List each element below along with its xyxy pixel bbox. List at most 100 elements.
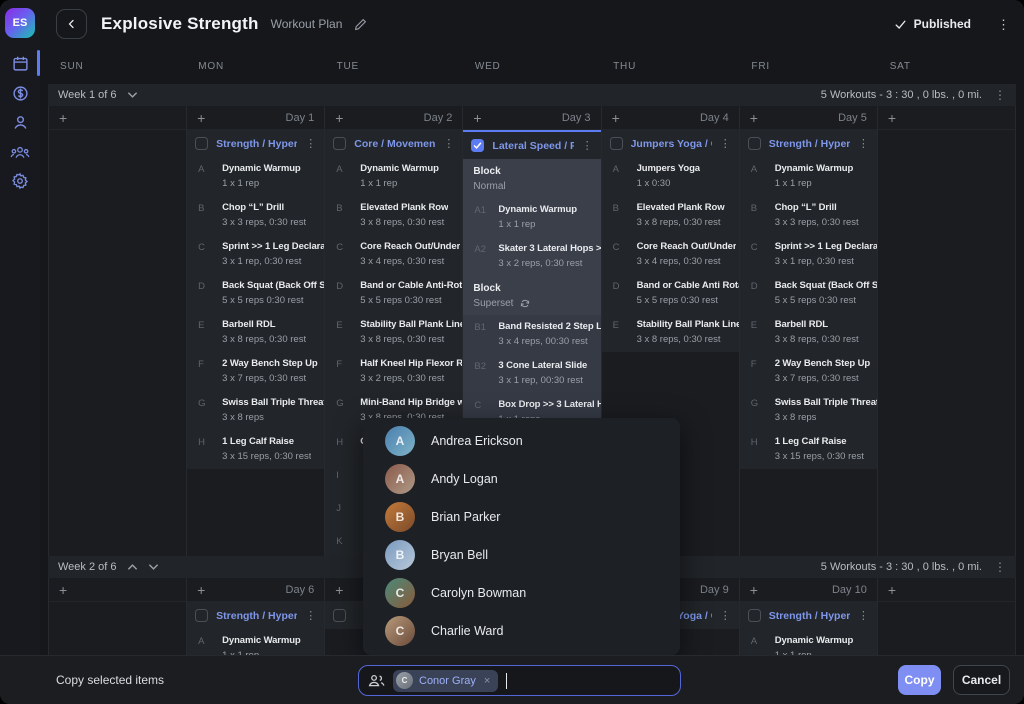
- settings-gear-icon[interactable]: [0, 168, 40, 194]
- exercise-row[interactable]: DBack Squat (Back Off Set)5 x 5 reps 0:3…: [740, 274, 877, 313]
- add-workout-button[interactable]: +: [335, 110, 343, 126]
- exercise-row[interactable]: ADynamic Warmup1 x 1 rep: [187, 157, 324, 196]
- back-button[interactable]: [56, 9, 87, 39]
- add-workout-button[interactable]: +: [473, 110, 481, 126]
- week-collapse-icon[interactable]: [127, 563, 138, 571]
- cancel-button[interactable]: Cancel: [953, 665, 1010, 695]
- header-kebab-menu[interactable]: ⋮: [997, 18, 1010, 31]
- week-kebab-menu[interactable]: ⋮: [994, 560, 1006, 574]
- exercise-row[interactable]: B1Band Resisted 2 Step Late...3 x 4 reps…: [463, 315, 600, 354]
- add-workout-button[interactable]: +: [612, 110, 620, 126]
- athlete-option[interactable]: CCarolyn Bowman: [363, 574, 680, 612]
- exercise-row[interactable]: GSwiss Ball Triple Threat3 x 8 reps: [187, 391, 324, 430]
- groups-icon[interactable]: [0, 139, 40, 165]
- exercise-row[interactable]: FHalf Kneel Hip Flexor Rais...3 x 2 reps…: [325, 352, 462, 391]
- billing-icon[interactable]: [0, 80, 40, 106]
- athlete-option[interactable]: BBryan Bell: [363, 536, 680, 574]
- exercise-row[interactable]: DBand or Cable Anti Rotati...5 x 5 reps …: [602, 274, 739, 313]
- exercise-row[interactable]: B23 Cone Lateral Slide3 x 1 rep, 00:30 r…: [463, 354, 600, 393]
- workout-card[interactable]: Strength / Hypertro... ⋮ ADynamic Warmup1 …: [187, 130, 324, 469]
- week-expand-icon[interactable]: [148, 563, 159, 571]
- person-icon[interactable]: [0, 109, 40, 135]
- exercise-row[interactable]: EStability Ball Plank Linear ...3 x 8 re…: [325, 313, 462, 352]
- exercise-row[interactable]: BChop “L” Drill3 x 3 reps, 0:30 rest: [740, 196, 877, 235]
- add-workout-button[interactable]: +: [335, 582, 343, 598]
- workout-checkbox[interactable]: [195, 609, 208, 622]
- workout-kebab-menu[interactable]: ⋮: [443, 137, 454, 150]
- workout-title[interactable]: Lateral Speed / Plyo: [492, 140, 573, 152]
- week-kebab-menu[interactable]: ⋮: [994, 88, 1006, 102]
- exercise-row[interactable]: CSprint >> 1 Leg Declarations3 x 1 rep, …: [740, 235, 877, 274]
- workout-kebab-menu[interactable]: ⋮: [858, 609, 869, 622]
- workout-title[interactable]: Jumpers Yoga / Core: [631, 138, 712, 150]
- workout-kebab-menu[interactable]: ⋮: [582, 139, 593, 152]
- exercise-row[interactable]: DBand or Cable Anti-Rotati...5 x 5 reps …: [325, 274, 462, 313]
- chip-remove-icon[interactable]: ×: [484, 675, 490, 687]
- workout-checkbox[interactable]: [195, 137, 208, 150]
- add-workout-button[interactable]: +: [750, 582, 758, 598]
- workout-kebab-menu[interactable]: ⋮: [720, 137, 731, 150]
- add-workout-button[interactable]: +: [197, 110, 205, 126]
- workout-kebab-menu[interactable]: ⋮: [305, 137, 316, 150]
- add-workout-button[interactable]: +: [59, 110, 67, 126]
- athlete-option[interactable]: CCharlie Ward: [363, 612, 680, 650]
- calendar-icon[interactable]: [0, 50, 40, 76]
- exercise-row[interactable]: BChop “L” Drill3 x 3 reps, 0:30 rest: [187, 196, 324, 235]
- workout-title[interactable]: Strength / Hypertro...: [769, 610, 850, 622]
- exercise-row[interactable]: F2 Way Bench Step Up3 x 7 reps, 0:30 res…: [740, 352, 877, 391]
- exercise-row[interactable]: F2 Way Bench Step Up3 x 7 reps, 0:30 res…: [187, 352, 324, 391]
- app-logo[interactable]: ES: [5, 8, 35, 38]
- exercise-scheme: 5 x 5 reps 0:30 rest: [637, 295, 739, 306]
- workout-title[interactable]: Strength / Hypertro...: [216, 138, 297, 150]
- exercise-row[interactable]: CCore Reach Out/Under3 x 4 reps, 0:30 re…: [602, 235, 739, 274]
- workout-card[interactable]: Lateral Speed / Plyo⋮BlockNormalA1Dynami…: [463, 130, 600, 465]
- edit-title-icon[interactable]: [354, 18, 367, 31]
- exercise-row[interactable]: CCore Reach Out/Under3 x 4 reps, 0:30 re…: [325, 235, 462, 274]
- add-workout-button[interactable]: +: [59, 582, 67, 598]
- workout-checkbox[interactable]: [610, 137, 623, 150]
- copy-button[interactable]: Copy: [898, 665, 941, 695]
- workout-checkbox[interactable]: [748, 609, 761, 622]
- workout-checkbox[interactable]: [471, 139, 484, 152]
- exercise-row[interactable]: H1 Leg Calf Raise3 x 15 reps, 0:30 rest: [740, 430, 877, 469]
- athlete-option[interactable]: BBrian Parker: [363, 498, 680, 536]
- exercise-row[interactable]: EStability Ball Plank Linear ...3 x 8 re…: [602, 313, 739, 352]
- workout-title[interactable]: Core / Movement Q...: [354, 138, 435, 150]
- exercise-row[interactable]: GSwiss Ball Triple Threat3 x 8 reps: [740, 391, 877, 430]
- athlete-search-input[interactable]: C Conor Gray ×: [358, 665, 681, 696]
- exercise-row[interactable]: A1Dynamic Warmup1 x 1 rep: [463, 198, 600, 237]
- exercise-row[interactable]: ADynamic Warmup1 x 1 rep: [740, 157, 877, 196]
- add-workout-button[interactable]: +: [888, 110, 896, 126]
- exercise-row[interactable]: H1 Leg Calf Raise3 x 15 reps, 0:30 rest: [187, 430, 324, 469]
- exercise-row[interactable]: DBack Squat (Back Off Set)5 x 5 reps 0:3…: [187, 274, 324, 313]
- athlete-avatar: B: [385, 502, 415, 532]
- selected-athlete-chip[interactable]: C Conor Gray ×: [393, 670, 498, 692]
- add-workout-button[interactable]: +: [197, 582, 205, 598]
- exercise-row[interactable]: A2Skater 3 Lateral Hops >> ...3 x 2 reps…: [463, 237, 600, 276]
- workout-checkbox[interactable]: [333, 137, 346, 150]
- exercise-row[interactable]: BElevated Plank Row3 x 8 reps, 0:30 rest: [602, 196, 739, 235]
- add-workout-button[interactable]: +: [888, 582, 896, 598]
- exercise-row[interactable]: EBarbell RDL3 x 8 reps, 0:30 rest: [740, 313, 877, 352]
- published-status[interactable]: Published: [894, 17, 971, 31]
- athlete-option[interactable]: AAndy Logan: [363, 460, 680, 498]
- day-of-week-label: SUN: [48, 61, 186, 72]
- workout-kebab-menu[interactable]: ⋮: [720, 609, 731, 622]
- workout-kebab-menu[interactable]: ⋮: [858, 137, 869, 150]
- exercise-row[interactable]: AJumpers Yoga1 x 0:30: [602, 157, 739, 196]
- workout-title[interactable]: Strength / Hypertro...: [216, 610, 297, 622]
- week-expand-icon[interactable]: [127, 91, 138, 99]
- exercise-row[interactable]: EBarbell RDL3 x 8 reps, 0:30 rest: [187, 313, 324, 352]
- workout-kebab-menu[interactable]: ⋮: [305, 609, 316, 622]
- workout-title[interactable]: Strength / Hypertro...: [769, 138, 850, 150]
- workout-card[interactable]: Jumpers Yoga / Core ⋮ AJumpers Yoga1 x 0:3…: [602, 130, 739, 352]
- exercise-row[interactable]: CSprint >> 1 Leg Declarations3 x 1 rep, …: [187, 235, 324, 274]
- workout-card[interactable]: Strength / Hypertro... ⋮ ADynamic Warmup1 …: [740, 130, 877, 469]
- exercise-row[interactable]: BElevated Plank Row3 x 8 reps, 0:30 rest: [325, 196, 462, 235]
- workout-checkbox[interactable]: [748, 137, 761, 150]
- exercise-letter: G: [198, 397, 214, 423]
- add-workout-button[interactable]: +: [750, 110, 758, 126]
- workout-checkbox[interactable]: [333, 609, 346, 622]
- athlete-option[interactable]: AAndrea Erickson: [363, 422, 680, 460]
- exercise-row[interactable]: ADynamic Warmup1 x 1 rep: [325, 157, 462, 196]
